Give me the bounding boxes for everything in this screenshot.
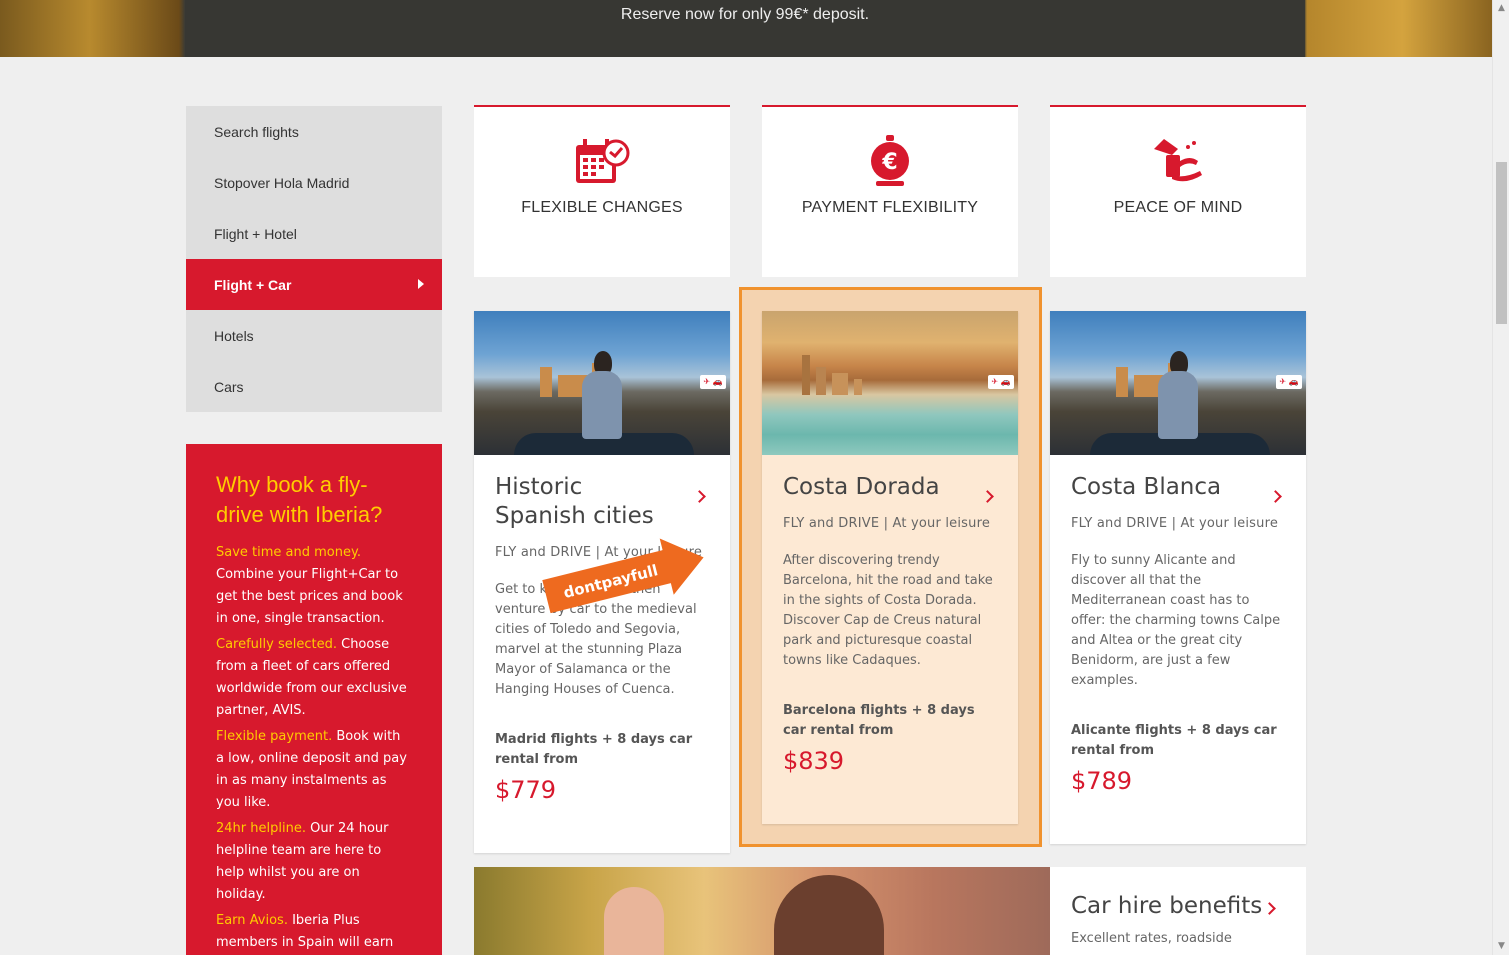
card-price: $789 — [1071, 767, 1133, 795]
card-subtitle: FLY and DRIVE | At your leisure — [783, 516, 991, 531]
card-title[interactable]: Costa Dorada — [783, 473, 963, 502]
sidebar-item-label: Stopover Hola Madrid — [214, 174, 350, 191]
destination-image: ✈ 🚗 — [762, 311, 1018, 455]
card-price-label: Madrid flights + 8 days car rental from — [495, 732, 693, 767]
why-point: Save time and money. Combine your Flight… — [216, 545, 403, 626]
card-description: Fly to sunny Alicante and discover all t… — [1071, 553, 1281, 688]
feature-label: FLEXIBLE CHANGES — [521, 199, 683, 216]
benefits-title[interactable]: Car hire benefits — [1071, 893, 1285, 919]
page-scrollbar[interactable]: ▲ ▼ — [1492, 0, 1509, 955]
car-hire-image — [474, 867, 1050, 955]
feature-label: PAYMENT FLEXIBILITY — [801, 199, 979, 216]
sidebar-item-label: Cars — [214, 378, 244, 395]
why-point: Carefully selected. Choose from a fleet … — [216, 637, 407, 718]
benefits-text: Excellent rates, roadside — [1071, 931, 1232, 946]
card-title[interactable]: Costa Blanca — [1071, 473, 1251, 502]
feature-label: PEACE OF MIND — [1113, 199, 1243, 216]
destination-image: ✈ 🚗 — [1050, 311, 1306, 455]
deposit-banner: Reserve now for only 99€* deposit. — [185, 0, 1305, 57]
card-subtitle: FLY and DRIVE | At your leisure — [1071, 516, 1279, 531]
sidebar-item-label: Hotels — [214, 327, 254, 344]
sidebar-item-label: Flight + Hotel — [214, 225, 297, 242]
destination-card-costa-blanca[interactable]: ✈ 🚗 Costa Blanca FLY and DRIVE | At your… — [1050, 311, 1306, 844]
sidebar-item-cars[interactable]: Cars — [186, 361, 442, 412]
destination-image: ✈ 🚗 — [474, 311, 730, 455]
car-hire-benefits-card[interactable]: Car hire benefits Excellent rates, roads… — [1050, 867, 1306, 955]
sidebar-item-label: Flight + Car — [214, 276, 292, 293]
caret-right-icon — [418, 279, 424, 289]
feature-card-flexible-changes: FLEXIBLE CHANGES — [474, 105, 730, 277]
scroll-down-icon[interactable]: ▼ — [1493, 938, 1509, 955]
card-description: After discovering trendy Barcelona, hit … — [783, 553, 993, 668]
card-price: $839 — [783, 747, 845, 775]
card-price: $779 — [495, 776, 557, 804]
scrollbar-thumb[interactable] — [1496, 162, 1507, 324]
sidebar-item-hotels[interactable]: Hotels — [186, 310, 442, 361]
sidebar-item-label: Search flights — [214, 123, 299, 140]
calendar-icon — [576, 139, 630, 183]
fly-drive-badge-icon: ✈ 🚗 — [1276, 375, 1302, 389]
hand-protection-icon — [1154, 139, 1202, 182]
euro-bag-icon: € — [871, 135, 909, 186]
fly-drive-badge-icon: ✈ 🚗 — [988, 375, 1014, 389]
sidebar-item-search-flights[interactable]: Search flights — [186, 106, 442, 157]
card-price-label: Alicante flights + 8 days car rental fro… — [1071, 723, 1277, 758]
card-title[interactable]: Historic Spanish cities — [495, 473, 675, 531]
sidebar-item-stopover[interactable]: Stopover Hola Madrid — [186, 157, 442, 208]
sidebar-nav: Search flights Stopover Hola Madrid Flig… — [186, 106, 442, 412]
sidebar-item-flight-car[interactable]: Flight + Car — [186, 259, 442, 310]
svg-text:€: € — [881, 150, 897, 175]
child-figure — [774, 875, 884, 955]
beach-towers — [802, 347, 882, 395]
traveler-figure — [1158, 351, 1198, 439]
hand-figure — [604, 887, 664, 955]
deposit-banner-text: Reserve now for only 99€* deposit. — [620, 6, 870, 23]
why-book-panel: Why book a fly-drive with Iberia? Save t… — [186, 444, 442, 955]
feature-card-payment-flexibility: € PAYMENT FLEXIBILITY — [762, 105, 1018, 277]
destination-card-costa-dorada[interactable]: ✈ 🚗 Costa Dorada FLY and DRIVE | At your… — [762, 311, 1018, 824]
feature-card-peace-of-mind: PEACE OF MIND — [1050, 105, 1306, 277]
why-book-title: Why book a fly-drive with Iberia? — [216, 472, 383, 527]
card-price-label: Barcelona flights + 8 days car rental fr… — [783, 703, 975, 738]
traveler-figure — [582, 351, 622, 439]
fly-drive-badge-icon: ✈ 🚗 — [700, 375, 726, 389]
why-point: 24hr helpline. Our 24 hour helpline team… — [216, 821, 389, 902]
why-point: Earn Avios. Iberia Plus members in Spain… — [216, 913, 394, 950]
why-point: Flexible payment. Book with a low, onlin… — [216, 729, 407, 810]
scroll-up-icon[interactable]: ▲ — [1493, 0, 1509, 17]
sidebar-item-flight-hotel[interactable]: Flight + Hotel — [186, 208, 442, 259]
